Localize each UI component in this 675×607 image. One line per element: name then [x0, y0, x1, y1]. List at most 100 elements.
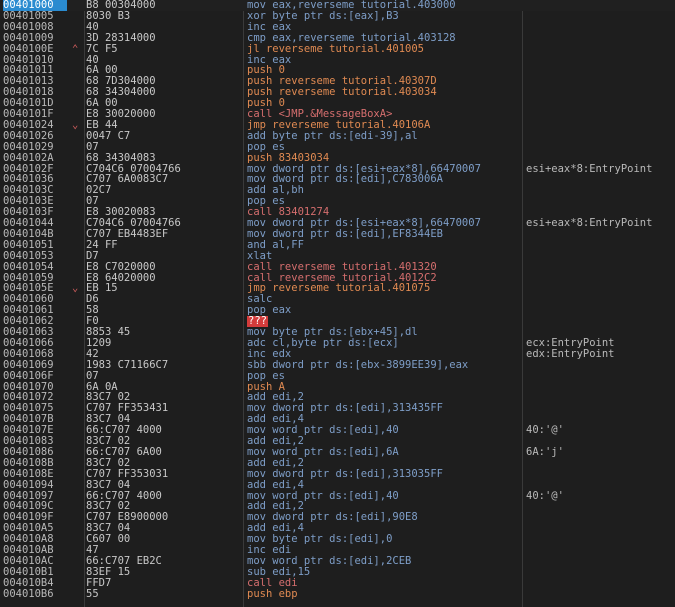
- comment-cell[interactable]: [526, 22, 675, 33]
- bytes-cell[interactable]: 83C7 02: [86, 458, 236, 469]
- disassembly-cell[interactable]: push reverseme tutorial.403034: [247, 87, 517, 98]
- instruction-row[interactable]: 00401061 58 pop eax: [0, 305, 675, 316]
- bytes-cell[interactable]: F0: [86, 316, 236, 327]
- bytes-cell[interactable]: C704C6 07004766: [86, 164, 236, 175]
- address-cell[interactable]: 0040102A: [3, 153, 67, 164]
- address-cell[interactable]: 00401086: [3, 447, 67, 458]
- comment-cell[interactable]: [526, 55, 675, 66]
- disassembly-cell[interactable]: jl reverseme tutorial.401005: [247, 44, 517, 55]
- address-cell[interactable]: 00401061: [3, 305, 67, 316]
- bytes-cell[interactable]: 58: [86, 305, 236, 316]
- comment-cell[interactable]: [526, 545, 675, 556]
- bytes-cell[interactable]: 8853 45: [86, 327, 236, 338]
- bytes-cell[interactable]: 7C F5: [86, 44, 236, 55]
- disassembly-cell[interactable]: and al,FF: [247, 240, 517, 251]
- instruction-row[interactable]: 00401060 D6 salc: [0, 294, 675, 305]
- bytes-cell[interactable]: D6: [86, 294, 236, 305]
- instruction-row[interactable]: 00401094 83C7 04 add edi,4: [0, 480, 675, 491]
- disassembly-cell[interactable]: xlat: [247, 251, 517, 262]
- disassembly-cell[interactable]: xor byte ptr ds:[eax],B3: [247, 11, 517, 22]
- disassembly-cell[interactable]: call <JMP.&MessageBoxA>: [247, 109, 517, 120]
- disassembly-cell[interactable]: mov byte ptr ds:[edi],0: [247, 534, 517, 545]
- comment-cell[interactable]: [526, 174, 675, 185]
- comment-cell[interactable]: [526, 567, 675, 578]
- disassembly-cell[interactable]: pop es: [247, 142, 517, 153]
- address-cell[interactable]: 00401024: [3, 120, 67, 131]
- address-cell[interactable]: 0040108E: [3, 469, 67, 480]
- address-cell[interactable]: 00401000: [3, 0, 67, 11]
- comment-cell[interactable]: [526, 109, 675, 120]
- address-cell[interactable]: 00401053: [3, 251, 67, 262]
- address-cell[interactable]: 00401069: [3, 360, 67, 371]
- comment-cell[interactable]: [526, 501, 675, 512]
- address-cell[interactable]: 004010A5: [3, 523, 67, 534]
- comment-cell[interactable]: [526, 305, 675, 316]
- disassembly-cell[interactable]: inc edx: [247, 349, 517, 360]
- disassembly-cell[interactable]: push 83403034: [247, 153, 517, 164]
- comment-cell[interactable]: 40:'@': [526, 491, 675, 502]
- address-cell[interactable]: 00401060: [3, 294, 67, 305]
- disassembly-cell[interactable]: push 0: [247, 65, 517, 76]
- address-cell[interactable]: 00401062: [3, 316, 67, 327]
- comment-cell[interactable]: [526, 131, 675, 142]
- bytes-cell[interactable]: 6A 00: [86, 65, 236, 76]
- comment-cell[interactable]: [526, 76, 675, 87]
- comment-cell[interactable]: edx:EntryPoint: [526, 349, 675, 360]
- instruction-row[interactable]: 00401086 66:C707 6A00 mov word ptr ds:[edi…: [0, 447, 675, 458]
- bytes-cell[interactable]: C707 6A0083C7: [86, 174, 236, 185]
- comment-cell[interactable]: [526, 469, 675, 480]
- address-cell[interactable]: 00401094: [3, 480, 67, 491]
- bytes-cell[interactable]: 40: [86, 55, 236, 66]
- disassembly-cell[interactable]: mov word ptr ds:[edi],40: [247, 491, 517, 502]
- address-cell[interactable]: 00401068: [3, 349, 67, 360]
- instruction-row[interactable]: 00401054 E8 C7020000 call reverseme tutori…: [0, 262, 675, 273]
- disassembly-cell[interactable]: mov eax,reverseme tutorial.403000: [247, 0, 517, 11]
- instruction-row[interactable]: 004010A8 C607 00 mov byte ptr ds:[edi],0: [0, 534, 675, 545]
- bytes-cell[interactable]: 8030 B3: [86, 11, 236, 22]
- instruction-row[interactable]: 0040102A 68 34304083 push 83403034: [0, 153, 675, 164]
- address-cell[interactable]: 00401010: [3, 55, 67, 66]
- bytes-cell[interactable]: C607 00: [86, 534, 236, 545]
- disassembly-cell[interactable]: sbb dword ptr ds:[ebx-3899EE39],eax: [247, 360, 517, 371]
- address-cell[interactable]: 00401005: [3, 11, 67, 22]
- instruction-row[interactable]: 0040101D 6A 00 push 0: [0, 98, 675, 109]
- comment-cell[interactable]: [526, 458, 675, 469]
- instruction-row[interactable]: 00401024 ⌄ EB 44 jmp reverseme tutorial.401…: [0, 120, 675, 131]
- comment-cell[interactable]: [526, 589, 675, 600]
- bytes-cell[interactable]: 66:C707 6A00: [86, 447, 236, 458]
- bytes-cell[interactable]: E8 30020000: [86, 109, 236, 120]
- instruction-row[interactable]: 00401036 C707 6A0083C7 mov dword ptr ds:[e…: [0, 174, 675, 185]
- comment-cell[interactable]: [526, 360, 675, 371]
- comment-cell[interactable]: [526, 98, 675, 109]
- comment-cell[interactable]: [526, 11, 675, 22]
- address-cell[interactable]: 0040103C: [3, 185, 67, 196]
- instruction-row[interactable]: 00401026 0047 C7 add byte ptr ds:[edi-39],…: [0, 131, 675, 142]
- bytes-cell[interactable]: 68 34304000: [86, 87, 236, 98]
- instruction-row[interactable]: 004010B1 83EF 15 sub edi,15: [0, 567, 675, 578]
- bytes-cell[interactable]: 02C7: [86, 185, 236, 196]
- address-cell[interactable]: 0040106F: [3, 371, 67, 382]
- address-cell[interactable]: 00401018: [3, 87, 67, 98]
- bytes-cell[interactable]: 07: [86, 142, 236, 153]
- instruction-row[interactable]: 00401018 68 34304000 push reverseme tutori…: [0, 87, 675, 98]
- comment-cell[interactable]: [526, 120, 675, 131]
- disassembly-cell[interactable]: jmp reverseme tutorial.401075: [247, 283, 517, 294]
- address-cell[interactable]: 0040103E: [3, 196, 67, 207]
- comment-cell[interactable]: [526, 523, 675, 534]
- bytes-cell[interactable]: 24 FF: [86, 240, 236, 251]
- disassembly-cell[interactable]: jmp reverseme tutorial.40106A: [247, 120, 517, 131]
- bytes-cell[interactable]: C707 FF353031: [86, 469, 236, 480]
- address-cell[interactable]: 00401054: [3, 262, 67, 273]
- disassembly-cell[interactable]: call reverseme tutorial.4012C2: [247, 273, 517, 284]
- instruction-row[interactable]: 0040103E 07 pop es: [0, 196, 675, 207]
- comment-cell[interactable]: [526, 196, 675, 207]
- address-cell[interactable]: 0040101F: [3, 109, 67, 120]
- comment-cell[interactable]: [526, 240, 675, 251]
- bytes-cell[interactable]: 6A 00: [86, 98, 236, 109]
- disassembly-cell[interactable]: pop es: [247, 371, 517, 382]
- disassembly-cell[interactable]: sub edi,15: [247, 567, 517, 578]
- instruction-row[interactable]: 0040109F C707 E8900000 mov dword ptr ds:[e…: [0, 512, 675, 523]
- instruction-row[interactable]: 00401063 8853 45 mov byte ptr ds:[ebx+45],…: [0, 327, 675, 338]
- address-cell[interactable]: 00401029: [3, 142, 67, 153]
- instruction-row[interactable]: 00401066 1209 adc cl,byte ptr ds:[ecx] ecx:…: [0, 338, 675, 349]
